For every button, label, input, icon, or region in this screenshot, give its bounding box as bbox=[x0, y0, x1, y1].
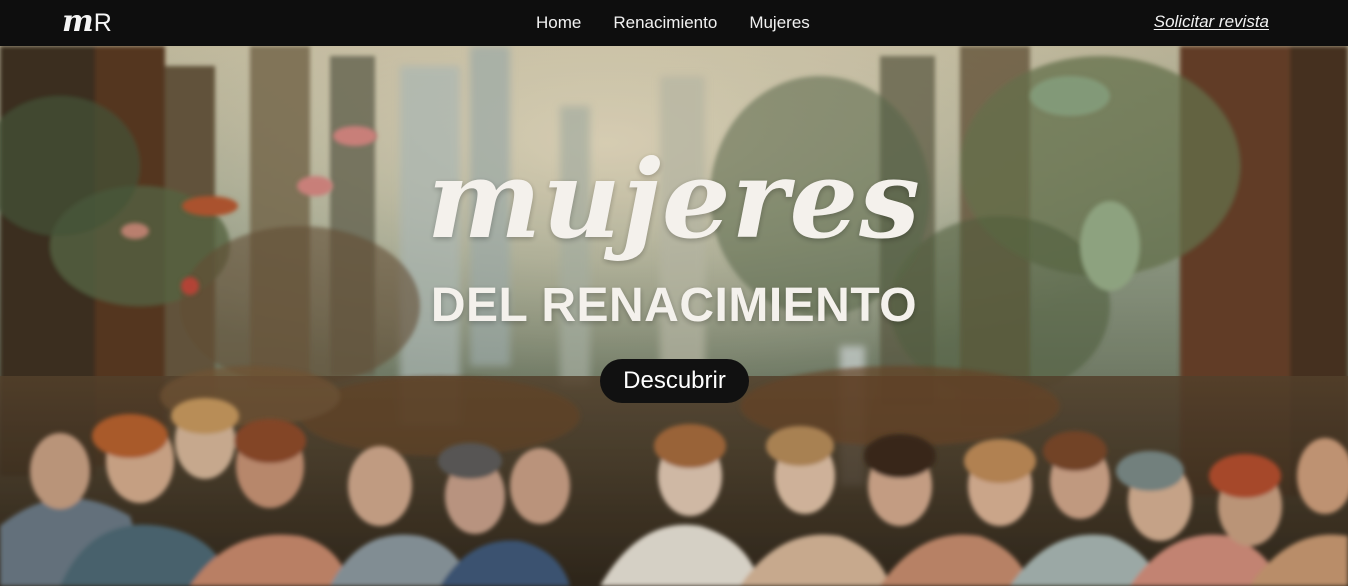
request-magazine-link[interactable]: Solicitar revista bbox=[1154, 12, 1269, 32]
site-logo[interactable]: m R bbox=[62, 4, 112, 40]
discover-button[interactable]: Descubrir bbox=[600, 359, 749, 403]
nav-link-renacimiento[interactable]: Renacimiento bbox=[613, 13, 717, 33]
main-nav: Home Renacimiento Mujeres bbox=[536, 0, 810, 46]
logo-script-letter: m bbox=[62, 4, 94, 39]
nav-link-home[interactable]: Home bbox=[536, 13, 581, 33]
nav-link-mujeres[interactable]: Mujeres bbox=[749, 13, 809, 33]
top-navbar: m R Home Renacimiento Mujeres Solicitar … bbox=[0, 0, 1348, 46]
hero-background-painting bbox=[0, 46, 1348, 586]
hero-section bbox=[0, 46, 1348, 586]
logo-letter: R bbox=[93, 9, 112, 37]
